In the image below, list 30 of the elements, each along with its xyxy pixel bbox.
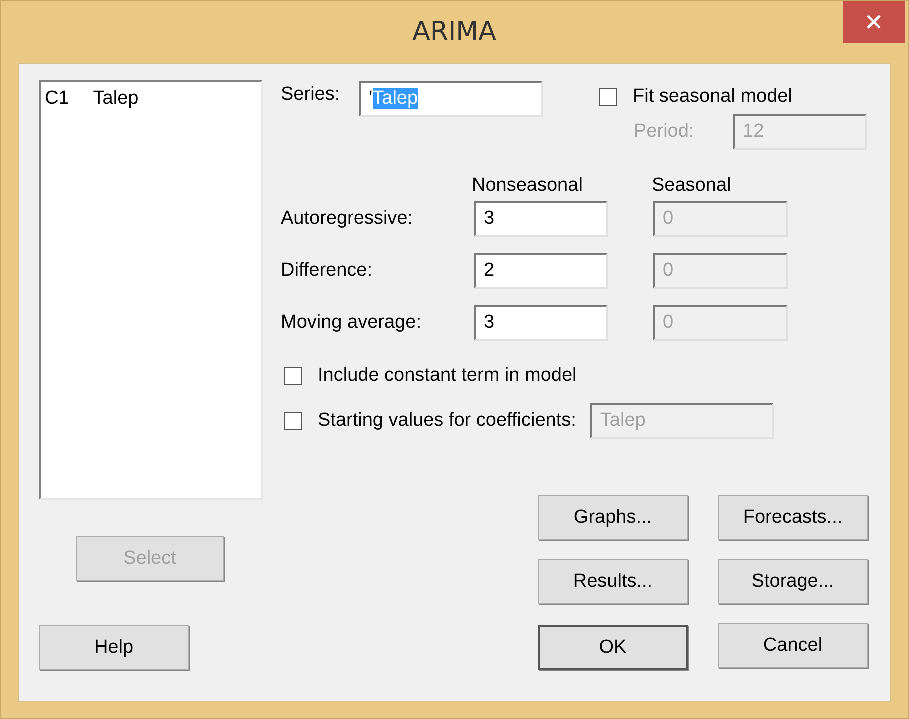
- close-button[interactable]: [843, 1, 905, 43]
- fit-seasonal-label: Fit seasonal model: [633, 86, 792, 108]
- window-title: ARIMA: [412, 17, 496, 47]
- nonseasonal-field[interactable]: 2: [474, 253, 608, 289]
- close-icon: [866, 14, 882, 30]
- variable-list[interactable]: C1 Talep: [39, 80, 263, 500]
- checkbox[interactable]: [599, 88, 617, 106]
- column-header: Seasonal: [652, 175, 732, 197]
- nonseasonal-field[interactable]: 3: [474, 201, 608, 237]
- dialog-button[interactable]: Storage...: [718, 559, 868, 604]
- order-label: Autoregressive:: [281, 208, 414, 230]
- option-label: Include constant term in model: [318, 365, 577, 387]
- checkbox[interactable]: [284, 412, 302, 430]
- help-button[interactable]: Help: [39, 625, 189, 670]
- option-label: Starting values for coefficients:: [318, 410, 576, 432]
- column-name: Talep: [93, 88, 139, 110]
- column-header: Nonseasonal: [472, 175, 584, 197]
- order-label: Moving average:: [281, 312, 422, 334]
- column-id: C1: [45, 88, 70, 110]
- period-label: Period:: [634, 121, 696, 143]
- series-field[interactable]: 'Talep: [359, 81, 543, 117]
- nonseasonal-field[interactable]: 3: [474, 305, 608, 341]
- dialog-button[interactable]: OK: [538, 625, 688, 670]
- dialog-button[interactable]: Graphs...: [538, 495, 688, 540]
- dialog-button[interactable]: Cancel: [718, 623, 868, 668]
- order-label: Difference:: [281, 260, 374, 282]
- series-label: Series:: [281, 84, 342, 106]
- dialog-button[interactable]: Results...: [538, 559, 688, 604]
- dialog-button[interactable]: Forecasts...: [718, 495, 868, 540]
- checkbox[interactable]: [284, 367, 302, 385]
